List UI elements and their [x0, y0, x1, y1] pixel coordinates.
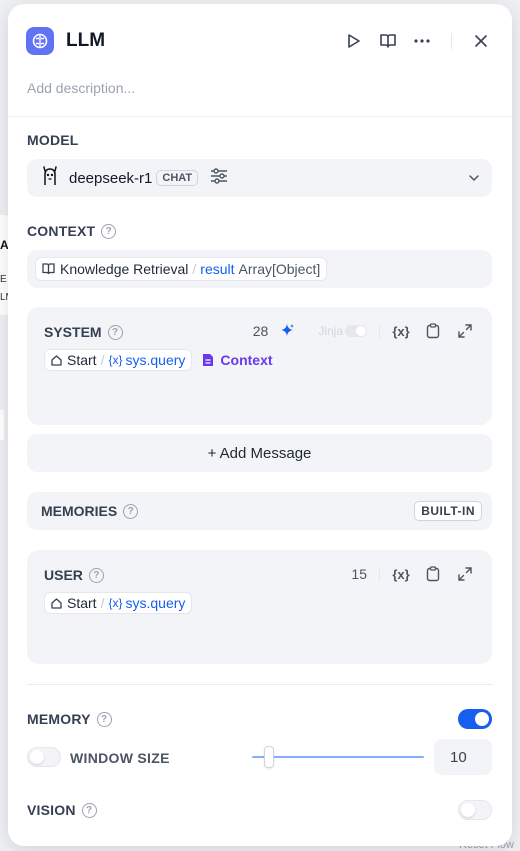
memory-toggle[interactable] — [458, 709, 492, 729]
context-tag-label: Context — [220, 352, 273, 368]
token-count: 28 — [252, 323, 269, 339]
vision-label-text: VISION — [27, 802, 76, 818]
memories-label-text: MEMORIES — [41, 503, 118, 519]
user-prompt-editor[interactable]: USER ? 15 {x} Start / {x} sys.query — [27, 550, 492, 664]
help-icon[interactable]: ? — [81, 802, 97, 818]
context-variable-type: Array[Object] — [238, 261, 321, 277]
context-variable-pill[interactable]: Knowledge Retrieval / result Array[Objec… — [35, 257, 328, 281]
built-in-badge: BUILT-IN — [414, 501, 482, 521]
more-icon[interactable] — [409, 28, 435, 54]
tools-separator — [379, 567, 380, 581]
model-name: deepseek-r1 — [69, 169, 153, 187]
variable-name: sys.query — [125, 595, 186, 611]
expand-icon[interactable] — [454, 320, 476, 342]
user-label-text: USER — [44, 567, 83, 583]
system-prompt-label: SYSTEM ? — [44, 324, 123, 340]
tools-separator — [379, 324, 380, 338]
variable-node-name: Start — [67, 352, 97, 368]
path-separator: / — [100, 352, 105, 368]
background-node-text-2: E — [0, 274, 7, 285]
header-actions — [333, 28, 494, 54]
book-open-icon[interactable] — [375, 28, 401, 54]
home-icon — [51, 354, 62, 366]
section-divider — [27, 684, 493, 685]
chevron-down-icon[interactable] — [468, 169, 480, 187]
variable-node-name: Start — [67, 595, 97, 611]
model-section-label: MODEL — [27, 132, 79, 148]
help-icon[interactable]: ? — [88, 567, 104, 583]
clipboard-icon[interactable] — [422, 320, 444, 342]
user-prompt-tools: 15 {x} — [351, 562, 476, 586]
home-icon — [51, 597, 62, 609]
clipboard-icon[interactable] — [422, 563, 444, 585]
jinja-switch[interactable] — [345, 325, 367, 337]
llm-node-panel: LLM Add description... MODEL deepseek-r1… — [8, 4, 512, 846]
description-input[interactable]: Add description... — [27, 80, 135, 96]
jinja-label: Jinja — [318, 324, 343, 338]
window-size-slider-track[interactable] — [252, 756, 424, 758]
node-title[interactable]: LLM — [66, 30, 105, 52]
memories-row: MEMORIES ? BUILT-IN — [27, 492, 492, 530]
vision-toggle[interactable] — [458, 800, 492, 820]
insert-variable-icon[interactable]: {x} — [390, 563, 412, 585]
ai-generate-sparkle-icon[interactable] — [276, 320, 298, 342]
help-icon[interactable]: ? — [101, 223, 117, 239]
add-message-button[interactable]: + Add Message — [27, 434, 492, 472]
vision-section-label: VISION ? — [27, 802, 97, 818]
variable-type-icon: {x} — [108, 596, 123, 610]
context-tag[interactable]: Context — [202, 352, 273, 368]
window-size-toggle[interactable] — [27, 747, 61, 767]
background-node-fragment-2 — [0, 410, 4, 440]
variable-chip[interactable]: Start / {x} sys.query — [44, 349, 193, 371]
jinja-toggle[interactable]: Jinja — [318, 324, 367, 338]
model-provider-icon — [39, 165, 61, 192]
document-icon — [202, 353, 214, 367]
user-prompt-label: USER ? — [44, 567, 104, 583]
context-label-text: CONTEXT — [27, 223, 96, 239]
variable-type-icon: {x} — [108, 353, 123, 367]
window-size-label: WINDOW SIZE — [70, 750, 170, 766]
memories-label: MEMORIES ? — [41, 503, 139, 519]
close-icon[interactable] — [468, 28, 494, 54]
expand-icon[interactable] — [454, 563, 476, 585]
memory-label-text: MEMORY — [27, 711, 91, 727]
params-sliders-icon[interactable] — [210, 167, 228, 189]
user-prompt-content[interactable]: Start / {x} sys.query — [44, 592, 193, 614]
insert-variable-icon[interactable]: {x} — [390, 320, 412, 342]
window-size-slider-thumb[interactable] — [264, 746, 275, 768]
header-separator — [451, 33, 452, 49]
model-selector[interactable]: deepseek-r1 CHAT — [27, 159, 492, 197]
header-divider — [8, 116, 512, 117]
context-variable-selector[interactable]: Knowledge Retrieval / result Array[Objec… — [27, 250, 492, 288]
run-step-icon[interactable] — [341, 28, 367, 54]
system-prompt-content[interactable]: Start / {x} sys.query Context — [44, 349, 273, 371]
context-section-label: CONTEXT ? — [27, 223, 117, 239]
system-prompt-tools: 28 Jinja {x} — [253, 319, 476, 343]
variable-name: sys.query — [125, 352, 186, 368]
help-icon[interactable]: ? — [107, 324, 123, 340]
system-label-text: SYSTEM — [44, 324, 102, 340]
memory-section-label: MEMORY ? — [27, 711, 112, 727]
window-size-input[interactable]: 10 — [434, 739, 492, 775]
context-source-node: Knowledge Retrieval — [60, 261, 189, 277]
model-mode-badge: CHAT — [156, 170, 199, 186]
path-separator: / — [192, 261, 197, 277]
panel-header: LLM — [26, 24, 494, 58]
help-icon[interactable]: ? — [96, 711, 112, 727]
llm-brain-icon — [26, 27, 54, 55]
path-separator: / — [100, 595, 105, 611]
system-prompt-editor[interactable]: SYSTEM ? 28 Jinja {x} Start / {x} sys.qu… — [27, 307, 492, 425]
token-count: 15 — [351, 566, 367, 582]
context-variable-name: result — [200, 261, 235, 277]
variable-chip[interactable]: Start / {x} sys.query — [44, 592, 193, 614]
help-icon[interactable]: ? — [123, 503, 139, 519]
book-icon — [42, 263, 55, 275]
